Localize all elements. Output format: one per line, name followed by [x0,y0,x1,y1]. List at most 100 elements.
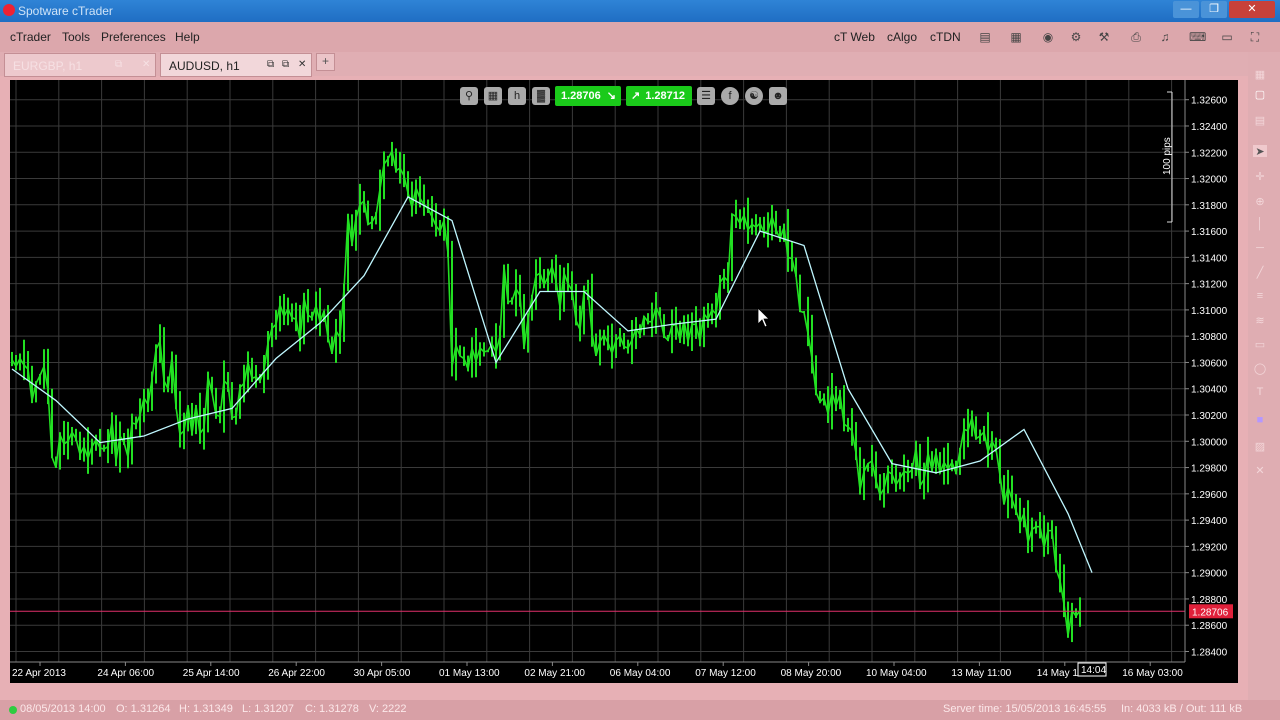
x-tick-label: 07 May 12:00 [695,668,756,679]
x-tick-label: 24 Apr 06:00 [97,668,154,679]
grid-icon[interactable]: ▦ [1253,68,1267,81]
user-icon[interactable]: ☻ [769,87,787,105]
zoom-in-icon[interactable]: ⊕ [1253,195,1267,208]
menu-ctrader[interactable]: cTrader [10,30,51,44]
crosshair-icon[interactable]: ✛ [1253,170,1267,183]
y-tick-label: 1.28600 [1191,621,1228,632]
candles-icon[interactable]: ▓ [532,87,550,105]
bar-volume: V: 2222 [369,703,407,715]
objects-list-icon[interactable]: ☰ [697,87,715,105]
keyboard-icon[interactable]: ⌨ [1189,30,1206,44]
tab-label: AUDUSD, h1 [169,59,240,73]
y-tick-label: 1.30600 [1191,358,1228,369]
y-tick-label: 1.29400 [1191,516,1228,527]
traffic-info: In: 4033 kB / Out: 111 kB [1121,703,1243,715]
video-icon[interactable]: ▦ [1008,30,1024,44]
horizontal-line-icon[interactable]: ─ [1253,242,1267,254]
minimize-button[interactable]: — [1173,1,1199,18]
rectangle-icon[interactable]: ▭ [1253,338,1267,351]
buy-button[interactable]: ↗ 1.28712 [626,86,692,106]
x-tick-label: 26 Apr 22:00 [268,668,325,679]
printer-icon[interactable]: ⎙ [1128,30,1144,44]
delete-drawings-icon[interactable]: ✕ [1253,464,1267,477]
ctdn-link[interactable]: cTDN [930,30,961,44]
y-tick-label: 1.32400 [1191,122,1228,133]
y-tick-label: 1.29000 [1191,569,1228,580]
y-tick-label: 1.30800 [1191,332,1228,343]
sell-arrow-icon: ↘ [606,90,616,102]
window-title: Spotware cTrader [18,4,113,18]
x-tick-label: 06 May 04:00 [610,668,671,679]
window-layout-icon[interactable]: ▭ [1219,30,1235,44]
connection-status-icon [9,706,17,714]
chart-type-icon[interactable]: ▦ [484,87,502,105]
x-tick-label: 30 Apr 05:00 [354,668,411,679]
mouse-cursor-icon [757,307,770,328]
detach-icon[interactable]: ⧉ [267,59,274,70]
text-icon[interactable]: T [1253,386,1267,398]
y-tick-label: 1.31400 [1191,253,1228,264]
ct-web-link[interactable]: cT Web [834,30,875,44]
y-tick-label: 1.28400 [1191,647,1228,658]
trend-line-icon[interactable]: ╱ [1253,266,1267,279]
tab-eurgbp[interactable]: EURGBP, h1 ⧉ ✕ [4,53,156,77]
color-picker-icon[interactable]: ■ [1253,414,1267,426]
x-tick-label: 13 May 11:00 [951,668,1011,679]
menu-tools[interactable]: Tools [62,30,90,44]
ellipse-icon[interactable]: ◯ [1253,362,1267,375]
x-tick-label: 08 May 20:00 [781,668,842,679]
y-tick-label: 1.31800 [1191,201,1228,212]
settings-icon[interactable]: ⚙ [1068,30,1084,44]
sound-icon[interactable]: ♫ [1157,30,1173,44]
timeframe-button[interactable]: h [508,87,526,105]
indicator-icon[interactable]: f [721,87,739,105]
server-time: Server time: 15/05/2013 16:45:55 [943,703,1107,715]
fullscreen-icon[interactable]: ⛶ [1247,30,1263,44]
vertical-line-icon[interactable]: │ [1253,218,1267,230]
detach-icon[interactable]: ⧉ [115,59,122,70]
buy-arrow-icon: ↗ [631,90,641,102]
y-tick-label: 1.29600 [1191,490,1228,501]
y-tick-label: 1.31000 [1191,306,1228,317]
menu-help[interactable]: Help [175,30,200,44]
bar-open: O: 1.31264 [116,703,171,715]
close-tab-icon[interactable]: ✕ [298,59,306,70]
app-logo-icon [3,4,15,16]
bar-high: H: 1.31349 [179,703,233,715]
bar-close: C: 1.31278 [305,703,359,715]
maximize-button[interactable]: ❐ [1201,1,1227,18]
price-chart[interactable]: 1.28706 1.32600 1.32400 1.32200 1.32000 1.318… [10,80,1238,683]
layout-icon[interactable]: ▢ [1253,88,1267,101]
x-tick-label: 02 May 21:00 [524,668,585,679]
y-tick-label: 1.31200 [1191,280,1228,291]
menu-preferences[interactable]: Preferences [101,30,166,44]
lock-icon[interactable]: ▨ [1253,440,1267,453]
panel-icon[interactable]: ▤ [1253,114,1267,127]
y-tick-label: 1.29800 [1191,464,1228,475]
bar-time: 08/05/2013 14:00 [20,703,106,715]
price-line [11,148,1081,636]
y-tick-label: 1.28800 [1191,595,1228,606]
fibonacci-icon[interactable]: ≡ [1253,290,1267,302]
close-button[interactable]: ✕ [1229,1,1275,18]
timeframe-label: h [513,90,521,102]
x-tick-label: 25 Apr 14:00 [183,668,240,679]
y-tick-label: 1.32600 [1191,96,1228,107]
sell-button[interactable]: 1.28706 ↘ [555,86,621,106]
zoom-icon[interactable]: ⚲ [460,87,478,105]
document-icon[interactable]: ▤ [977,30,993,44]
channel-icon[interactable]: ≋ [1253,314,1267,327]
cursor-icon[interactable]: ➤ [1253,145,1267,158]
add-tab-button[interactable]: + [316,53,335,71]
tab-audusd[interactable]: AUDUSD, h1 ⧉ ⧉ ✕ [160,53,312,77]
gamepad-icon[interactable]: ◉ [1040,30,1056,44]
y-tick-label: 1.32000 [1191,175,1228,186]
duplicate-icon[interactable]: ⧉ [282,59,289,70]
y-tick-label: 1.30000 [1191,437,1228,448]
current-price-label: 1.28706 [1192,607,1229,618]
chart-svg[interactable]: 1.28706 1.32600 1.32400 1.32200 1.32000 1.318… [10,80,1238,683]
cbot-icon[interactable]: ☯ [745,87,763,105]
close-tab-icon[interactable]: ✕ [142,59,150,70]
calgo-link[interactable]: cAlgo [887,30,917,44]
tools-icon[interactable]: ⚒ [1096,30,1112,44]
